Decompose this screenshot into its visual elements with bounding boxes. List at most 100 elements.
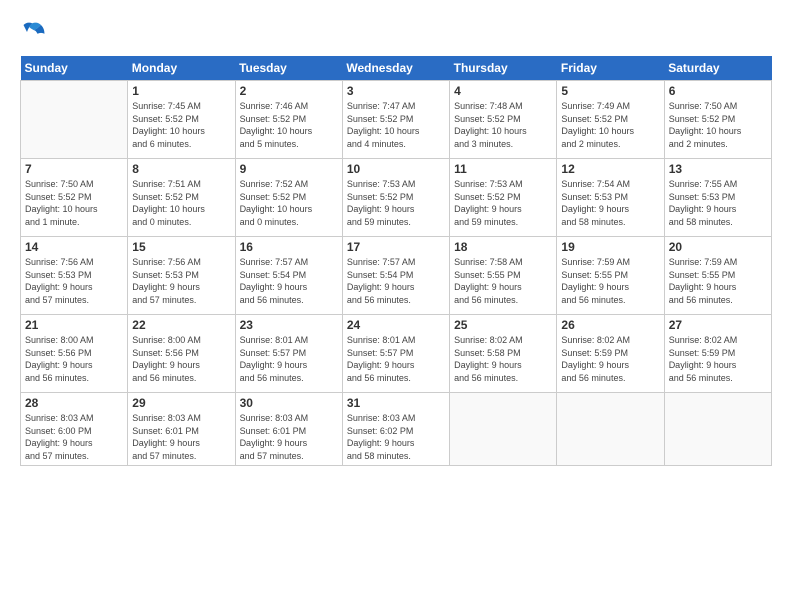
day-info: Sunrise: 7:59 AM Sunset: 5:55 PM Dayligh… (669, 256, 767, 306)
calendar-cell: 28 Sunrise: 8:03 AM Sunset: 6:00 PM Dayli… (21, 393, 128, 466)
weekday-header-wednesday: Wednesday (342, 56, 449, 81)
day-number: 19 (561, 240, 659, 254)
calendar-cell (664, 393, 771, 466)
weekday-header-sunday: Sunday (21, 56, 128, 81)
calendar-cell: 3 Sunrise: 7:47 AM Sunset: 5:52 PM Daylig… (342, 81, 449, 159)
calendar-cell (450, 393, 557, 466)
logo-icon (20, 18, 48, 46)
calendar-cell (21, 81, 128, 159)
weekday-header-saturday: Saturday (664, 56, 771, 81)
day-info: Sunrise: 7:52 AM Sunset: 5:52 PM Dayligh… (240, 178, 338, 228)
weekday-header-friday: Friday (557, 56, 664, 81)
day-info: Sunrise: 8:00 AM Sunset: 5:56 PM Dayligh… (25, 334, 123, 384)
calendar-cell: 14 Sunrise: 7:56 AM Sunset: 5:53 PM Dayli… (21, 237, 128, 315)
calendar-cell: 23 Sunrise: 8:01 AM Sunset: 5:57 PM Dayli… (235, 315, 342, 393)
calendar-cell: 31 Sunrise: 8:03 AM Sunset: 6:02 PM Dayli… (342, 393, 449, 466)
calendar-cell: 6 Sunrise: 7:50 AM Sunset: 5:52 PM Daylig… (664, 81, 771, 159)
weekday-header-tuesday: Tuesday (235, 56, 342, 81)
day-info: Sunrise: 7:57 AM Sunset: 5:54 PM Dayligh… (347, 256, 445, 306)
calendar-cell: 19Sunrise: 7:59 AM Sunset: 5:55 PM Dayli… (557, 237, 664, 315)
day-info: Sunrise: 7:50 AM Sunset: 5:52 PM Dayligh… (669, 100, 767, 150)
day-number: 21 (25, 318, 123, 332)
day-number: 1 (132, 84, 230, 98)
day-number: 14 (25, 240, 123, 254)
day-info: Sunrise: 8:02 AM Sunset: 5:58 PM Dayligh… (454, 334, 552, 384)
calendar-cell: 30 Sunrise: 8:03 AM Sunset: 6:01 PM Dayli… (235, 393, 342, 466)
calendar-cell: 17 Sunrise: 7:57 AM Sunset: 5:54 PM Dayli… (342, 237, 449, 315)
day-info: Sunrise: 7:58 AM Sunset: 5:55 PM Dayligh… (454, 256, 552, 306)
day-number: 17 (347, 240, 445, 254)
day-number: 18 (454, 240, 552, 254)
calendar-cell: 20 Sunrise: 7:59 AM Sunset: 5:55 PM Dayli… (664, 237, 771, 315)
day-number: 5 (561, 84, 659, 98)
calendar-cell: 11Sunrise: 7:53 AM Sunset: 5:52 PM Dayli… (450, 159, 557, 237)
day-info: Sunrise: 7:45 AM Sunset: 5:52 PM Dayligh… (132, 100, 230, 150)
calendar-cell (557, 393, 664, 466)
day-number: 28 (25, 396, 123, 410)
day-number: 26 (561, 318, 659, 332)
weekday-header-monday: Monday (128, 56, 235, 81)
logo (20, 18, 52, 46)
calendar-week-2: 7 Sunrise: 7:50 AM Sunset: 5:52 PM Daylig… (21, 159, 772, 237)
day-info: Sunrise: 7:55 AM Sunset: 5:53 PM Dayligh… (669, 178, 767, 228)
calendar-cell: 8Sunrise: 7:51 AM Sunset: 5:52 PM Daylig… (128, 159, 235, 237)
calendar-cell: 12 Sunrise: 7:54 AM Sunset: 5:53 PM Dayli… (557, 159, 664, 237)
day-info: Sunrise: 7:57 AM Sunset: 5:54 PM Dayligh… (240, 256, 338, 306)
day-number: 7 (25, 162, 123, 176)
day-number: 6 (669, 84, 767, 98)
day-number: 4 (454, 84, 552, 98)
calendar-cell: 24Sunrise: 8:01 AM Sunset: 5:57 PM Dayli… (342, 315, 449, 393)
calendar-table: SundayMondayTuesdayWednesdayThursdayFrid… (20, 56, 772, 466)
day-number: 29 (132, 396, 230, 410)
calendar-cell: 1 Sunrise: 7:45 AM Sunset: 5:52 PM Daylig… (128, 81, 235, 159)
calendar-cell: 10Sunrise: 7:53 AM Sunset: 5:52 PM Dayli… (342, 159, 449, 237)
day-info: Sunrise: 8:00 AM Sunset: 5:56 PM Dayligh… (132, 334, 230, 384)
day-number: 12 (561, 162, 659, 176)
day-info: Sunrise: 7:53 AM Sunset: 5:52 PM Dayligh… (454, 178, 552, 228)
calendar-cell: 29 Sunrise: 8:03 AM Sunset: 6:01 PM Dayli… (128, 393, 235, 466)
day-number: 3 (347, 84, 445, 98)
page-container: SundayMondayTuesdayWednesdayThursdayFrid… (0, 0, 792, 476)
calendar-cell: 9Sunrise: 7:52 AM Sunset: 5:52 PM Daylig… (235, 159, 342, 237)
day-number: 13 (669, 162, 767, 176)
day-info: Sunrise: 8:01 AM Sunset: 5:57 PM Dayligh… (240, 334, 338, 384)
calendar-cell: 7 Sunrise: 7:50 AM Sunset: 5:52 PM Daylig… (21, 159, 128, 237)
day-number: 8 (132, 162, 230, 176)
day-info: Sunrise: 8:03 AM Sunset: 6:02 PM Dayligh… (347, 412, 445, 462)
day-info: Sunrise: 8:02 AM Sunset: 5:59 PM Dayligh… (669, 334, 767, 384)
header (20, 18, 772, 46)
calendar-cell: 22 Sunrise: 8:00 AM Sunset: 5:56 PM Dayli… (128, 315, 235, 393)
day-number: 20 (669, 240, 767, 254)
calendar-week-3: 14 Sunrise: 7:56 AM Sunset: 5:53 PM Dayli… (21, 237, 772, 315)
day-info: Sunrise: 8:03 AM Sunset: 6:00 PM Dayligh… (25, 412, 123, 462)
day-number: 23 (240, 318, 338, 332)
calendar-cell: 25 Sunrise: 8:02 AM Sunset: 5:58 PM Dayli… (450, 315, 557, 393)
day-number: 22 (132, 318, 230, 332)
day-info: Sunrise: 7:47 AM Sunset: 5:52 PM Dayligh… (347, 100, 445, 150)
day-number: 25 (454, 318, 552, 332)
day-info: Sunrise: 8:03 AM Sunset: 6:01 PM Dayligh… (240, 412, 338, 462)
calendar-cell: 21 Sunrise: 8:00 AM Sunset: 5:56 PM Dayli… (21, 315, 128, 393)
calendar-cell: 4Sunrise: 7:48 AM Sunset: 5:52 PM Daylig… (450, 81, 557, 159)
day-number: 24 (347, 318, 445, 332)
calendar-cell: 27 Sunrise: 8:02 AM Sunset: 5:59 PM Dayli… (664, 315, 771, 393)
day-info: Sunrise: 7:56 AM Sunset: 5:53 PM Dayligh… (25, 256, 123, 306)
day-info: Sunrise: 8:03 AM Sunset: 6:01 PM Dayligh… (132, 412, 230, 462)
calendar-cell: 26Sunrise: 8:02 AM Sunset: 5:59 PM Dayli… (557, 315, 664, 393)
calendar-header-row: SundayMondayTuesdayWednesdayThursdayFrid… (21, 56, 772, 81)
day-number: 30 (240, 396, 338, 410)
calendar-week-5: 28 Sunrise: 8:03 AM Sunset: 6:00 PM Dayli… (21, 393, 772, 466)
day-number: 27 (669, 318, 767, 332)
calendar-cell: 15Sunrise: 7:56 AM Sunset: 5:53 PM Dayli… (128, 237, 235, 315)
day-info: Sunrise: 7:50 AM Sunset: 5:52 PM Dayligh… (25, 178, 123, 228)
calendar-cell: 2Sunrise: 7:46 AM Sunset: 5:52 PM Daylig… (235, 81, 342, 159)
day-info: Sunrise: 7:54 AM Sunset: 5:53 PM Dayligh… (561, 178, 659, 228)
calendar-cell: 16Sunrise: 7:57 AM Sunset: 5:54 PM Dayli… (235, 237, 342, 315)
day-number: 10 (347, 162, 445, 176)
day-number: 2 (240, 84, 338, 98)
day-number: 15 (132, 240, 230, 254)
day-info: Sunrise: 7:49 AM Sunset: 5:52 PM Dayligh… (561, 100, 659, 150)
calendar-week-4: 21 Sunrise: 8:00 AM Sunset: 5:56 PM Dayli… (21, 315, 772, 393)
calendar-week-1: 1 Sunrise: 7:45 AM Sunset: 5:52 PM Daylig… (21, 81, 772, 159)
day-number: 31 (347, 396, 445, 410)
